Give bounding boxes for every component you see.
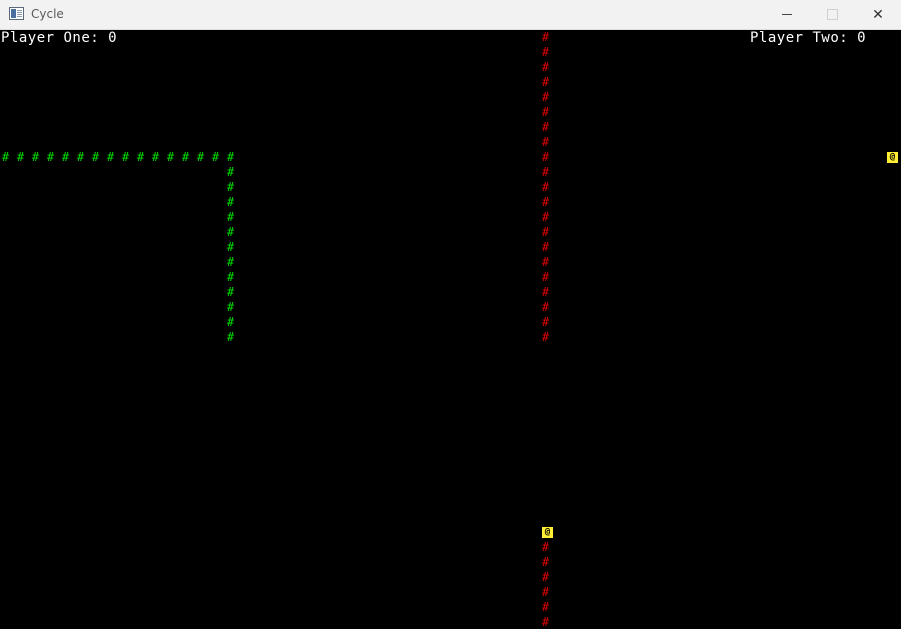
player-two-score: Player Two: 0	[750, 30, 867, 46]
player-two-trail-cell: #	[541, 585, 550, 599]
player-one-trail-cell: #	[226, 225, 235, 239]
maximize-icon	[826, 9, 838, 20]
player-one-trail-cell: #	[151, 150, 160, 164]
player-one-trail-cell: #	[181, 150, 190, 164]
player-two-trail-cell: #	[541, 540, 550, 554]
player-two-trail-cell: #	[541, 165, 550, 179]
player-two-trail-cell: #	[541, 600, 550, 614]
player-one-trail-cell: #	[136, 150, 145, 164]
player-two-trail-cell: #	[541, 270, 550, 284]
player-one-trail-cell: #	[91, 150, 100, 164]
player-one-trail-cell: #	[226, 255, 235, 269]
player-two-head: @	[542, 527, 553, 538]
player-one-trail-cell: #	[31, 150, 40, 164]
player-two-trail-cell: #	[541, 255, 550, 269]
player-one-trail-cell: #	[226, 315, 235, 329]
player-one-trail-cell: #	[226, 180, 235, 194]
player-one-trail-cell: #	[226, 240, 235, 254]
minimize-button[interactable]	[764, 0, 810, 29]
player-one-trail-cell: #	[1, 150, 10, 164]
player-one-trail-cell: #	[226, 150, 235, 164]
player-two-trail-cell: #	[541, 120, 550, 134]
player-two-trail-cell: #	[541, 285, 550, 299]
player-one-trail-cell: #	[211, 150, 220, 164]
player-two-trail-cell: #	[541, 105, 550, 119]
maximize-button[interactable]	[809, 0, 855, 29]
player-one-trail-cell: #	[76, 150, 85, 164]
game-window: Cycle ✕ Player One: 0 Player Two: 0 # # # #…	[0, 0, 901, 629]
window-title: Cycle	[31, 7, 64, 21]
player-one-trail-cell: #	[106, 150, 115, 164]
player-two-trail-cell: #	[541, 330, 550, 344]
app-icon	[9, 7, 24, 20]
close-button[interactable]: ✕	[855, 0, 901, 29]
player-two-trail-cell: #	[541, 135, 550, 149]
player-one-trail-cell: #	[196, 150, 205, 164]
minimize-icon	[782, 14, 792, 15]
player-one-score: Player One: 0	[1, 30, 118, 46]
player-one-trail-cell: #	[61, 150, 70, 164]
player-two-trail-cell: #	[541, 150, 550, 164]
player-one-trail-cell: #	[16, 150, 25, 164]
player-two-trail-cell: #	[541, 90, 550, 104]
player-one-trail-cell: #	[46, 150, 55, 164]
player-one-trail-cell: #	[226, 165, 235, 179]
player-two-trail-cell: #	[541, 300, 550, 314]
player-one-trail-cell: #	[121, 150, 130, 164]
player-one-trail-cell: #	[226, 285, 235, 299]
player-one-trail-cell: #	[226, 210, 235, 224]
player-two-trail-cell: #	[541, 225, 550, 239]
player-two-trail-cell: #	[541, 60, 550, 74]
player-two-trail-cell: #	[541, 180, 550, 194]
player-two-trail-cell: #	[541, 555, 550, 569]
game-arena: Player One: 0 Player Two: 0 # # # # # # # # # # # #…	[0, 30, 901, 629]
player-two-trail-cell: #	[541, 240, 550, 254]
player-two-trail-cell: #	[541, 615, 550, 629]
player-two-trail-cell: #	[541, 45, 550, 59]
player-two-trail-cell: #	[541, 195, 550, 209]
player-one-trail-cell: #	[166, 150, 175, 164]
player-two-trail-cell: #	[541, 315, 550, 329]
player-two-trail-cell: #	[541, 210, 550, 224]
player-two-trail-cell: #	[541, 570, 550, 584]
player-two-trail-cell: #	[541, 75, 550, 89]
title-bar[interactable]: Cycle ✕	[0, 0, 901, 30]
player-one-trail-cell: #	[226, 330, 235, 344]
player-one-trail-cell: #	[226, 300, 235, 314]
player-one-trail-cell: #	[226, 195, 235, 209]
player-one-head: @	[887, 152, 898, 163]
player-one-trail-cell: #	[226, 270, 235, 284]
close-icon: ✕	[872, 6, 884, 23]
player-two-trail-cell: #	[541, 30, 550, 44]
